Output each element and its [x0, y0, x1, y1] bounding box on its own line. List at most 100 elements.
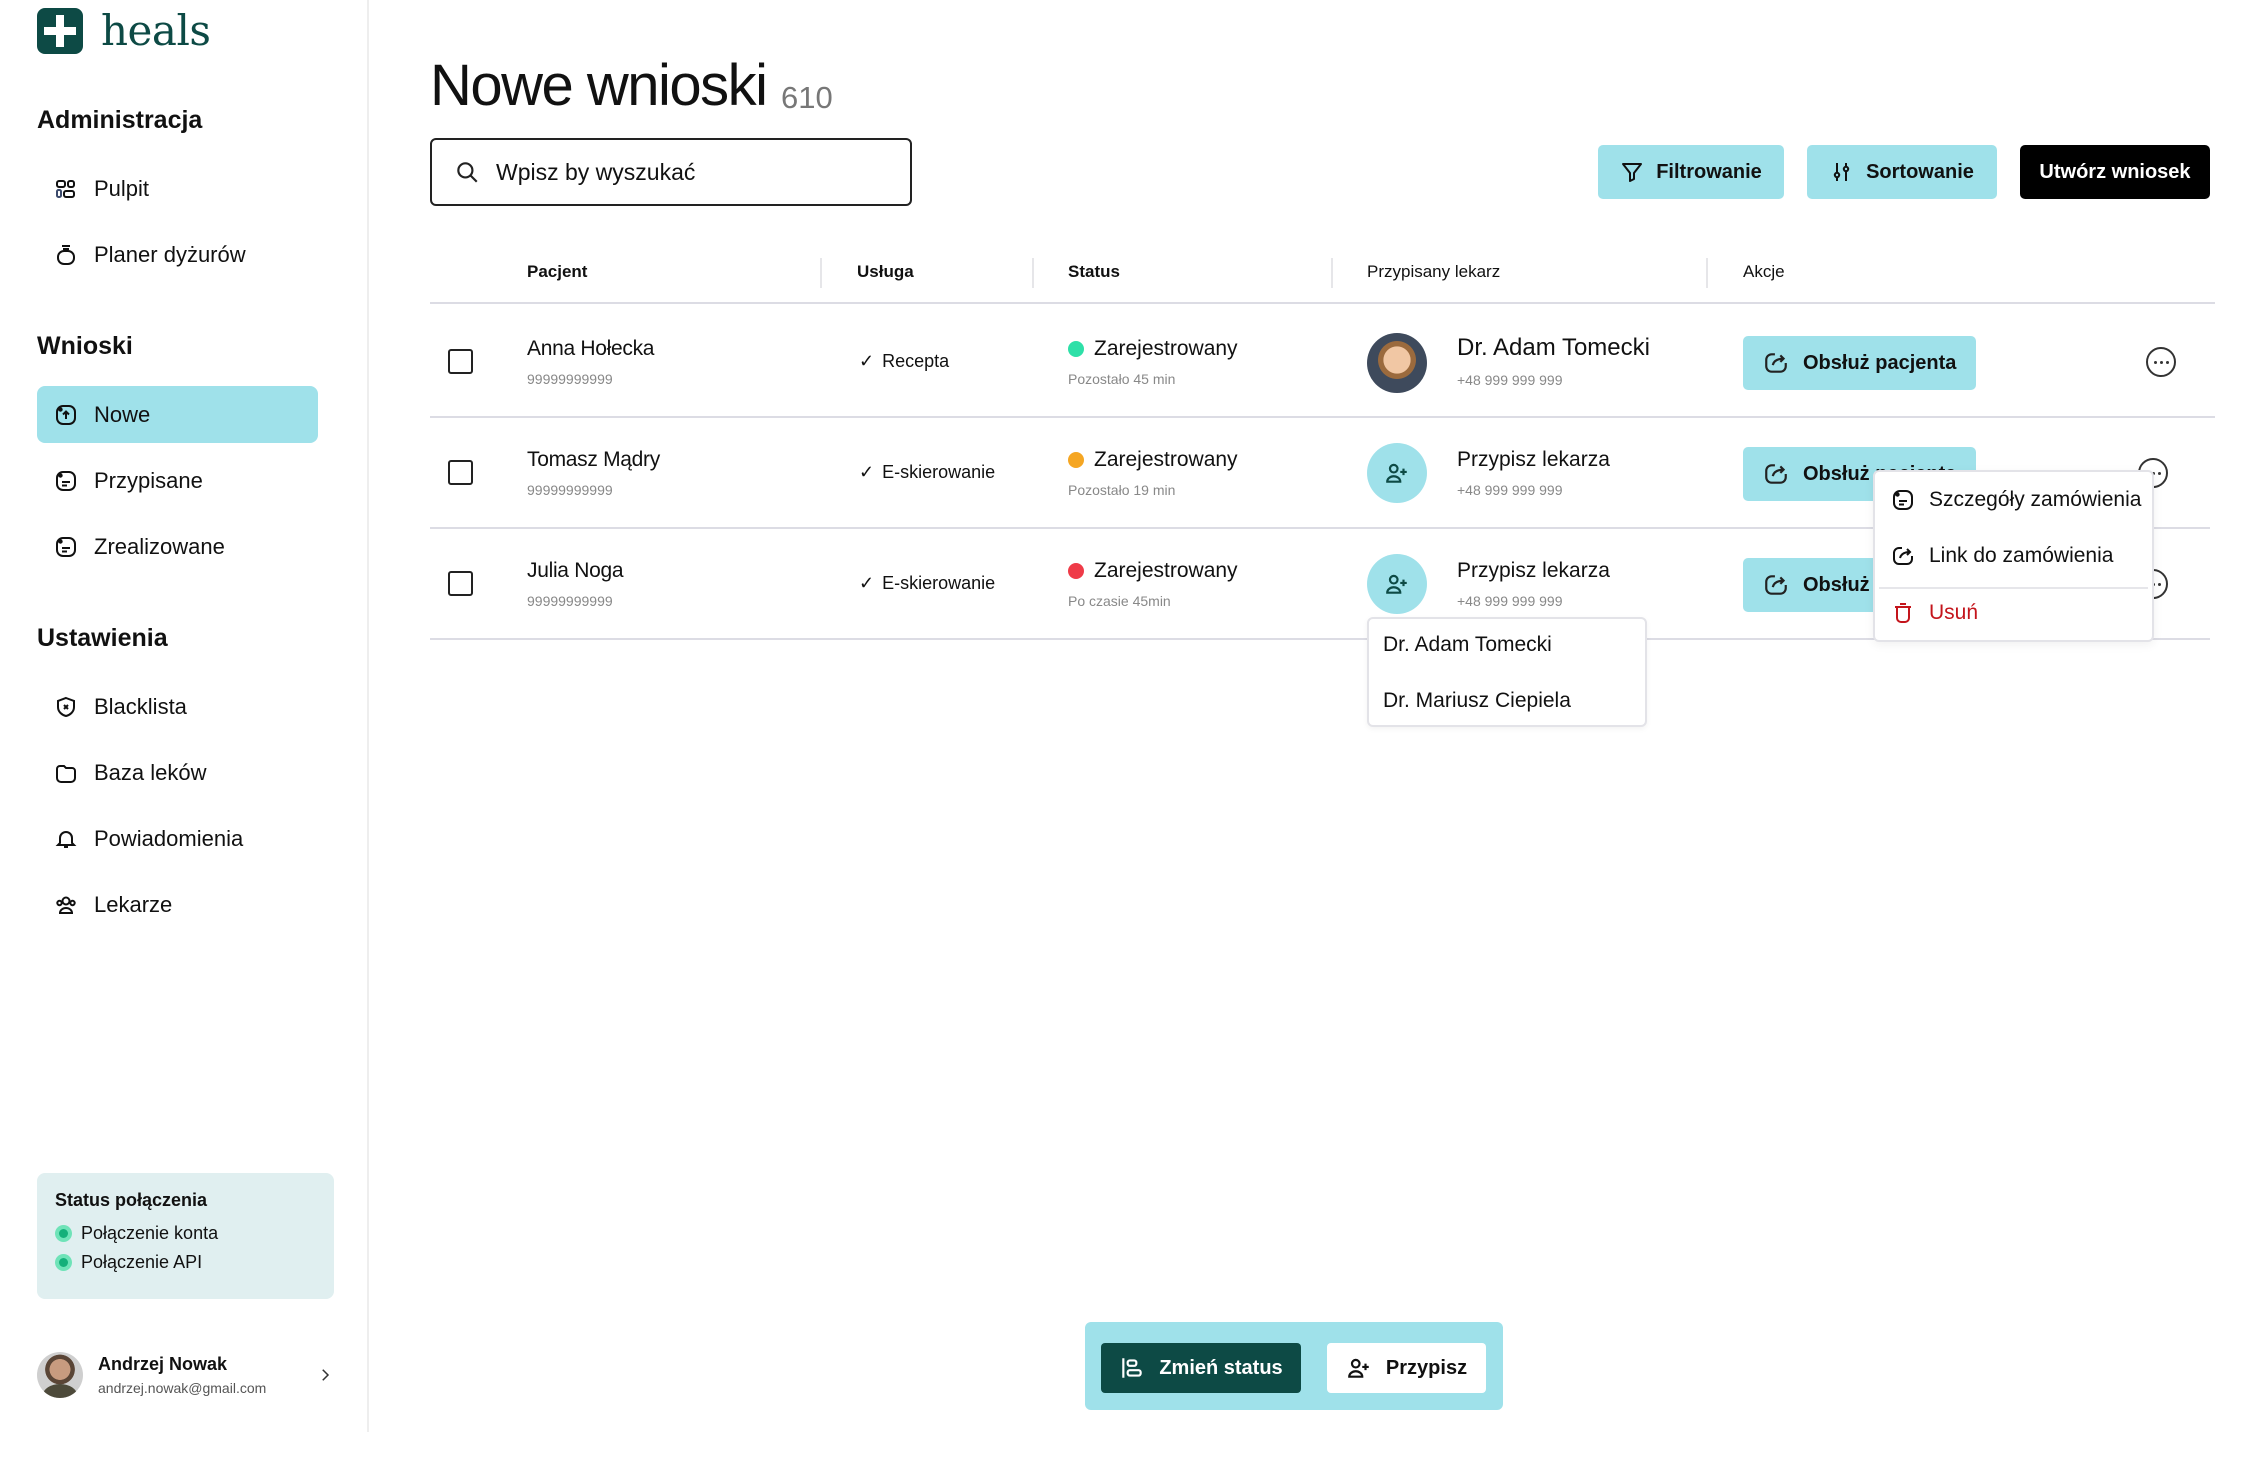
- assign-label: Przypisz: [1385, 1356, 1468, 1379]
- user-profile[interactable]: Andrzej Nowak andrzej.nowak@gmail.com: [37, 1352, 334, 1398]
- row-checkbox[interactable]: [448, 460, 473, 485]
- sidebar-item-powiadomienia[interactable]: Powiadomienia: [37, 810, 318, 867]
- sidebar-item-planer-dyzurow[interactable]: Planer dyżurów: [37, 226, 318, 283]
- row-checkbox[interactable]: [448, 571, 473, 596]
- sidebar-item-baza-lekow[interactable]: Baza leków: [37, 744, 318, 801]
- menu-item-delete[interactable]: Usuń: [1891, 601, 1978, 625]
- search-input[interactable]: [496, 158, 876, 186]
- planner-icon: [57, 244, 75, 265]
- doctor-name[interactable]: Przypisz lekarza: [1457, 448, 1610, 472]
- status-label: Zarejestrowany: [1094, 559, 1238, 582]
- page-title: Nowe wnioski: [430, 53, 768, 118]
- status-note: Pozostało 19 min: [1068, 482, 1176, 498]
- trash-icon: [1895, 603, 1911, 623]
- column-header-usluga: Usługa: [857, 262, 914, 281]
- status-ok-icon: [55, 1225, 72, 1242]
- change-status-label: Zmień status: [1159, 1356, 1283, 1379]
- share-icon: [1765, 464, 1787, 484]
- note-icon: [56, 536, 76, 557]
- user-plus-icon: [1386, 463, 1407, 483]
- sort-label: Sortowanie: [1866, 160, 1974, 183]
- user-plus-icon: [1348, 1358, 1369, 1378]
- patient-id: 99999999999: [527, 371, 613, 387]
- menu-item-label: Link do zamówienia: [1929, 544, 2114, 567]
- sidebar-item-przypisane[interactable]: Przypisane: [37, 452, 318, 509]
- bell-icon: [55, 830, 77, 848]
- connection-status-title: Status połączenia: [55, 1190, 208, 1210]
- sidebar-item-label: Przypisane: [94, 467, 203, 493]
- doctor-avatar: [1367, 333, 1427, 393]
- user-plus-icon: [1386, 574, 1407, 594]
- check-icon: ✓: [859, 351, 875, 371]
- search-box[interactable]: [430, 138, 912, 206]
- doctor-phone: +48 999 999 999: [1457, 372, 1563, 388]
- menu-item-order-details[interactable]: Szczegóły zamówienia: [1891, 488, 2141, 512]
- sidebar-item-label: Pulpit: [94, 175, 150, 201]
- sidebar-item-nowe[interactable]: Nowe: [37, 386, 318, 443]
- handle-patient-button[interactable]: Obsłuż pacjenta: [1743, 336, 1976, 390]
- sidebar-item-zrealizowane[interactable]: Zrealizowane: [37, 518, 318, 575]
- status-dot-icon: [1068, 452, 1084, 468]
- assign-doctor-button[interactable]: [1367, 443, 1427, 503]
- sidebar-item-label: Powiadomienia: [94, 825, 244, 851]
- shield-x-icon: [57, 696, 75, 717]
- column-divider: [1032, 258, 1034, 288]
- service-label: Recepta: [882, 351, 950, 371]
- section-heading-administracja: Administracja: [37, 106, 203, 134]
- doctor-option[interactable]: Dr. Adam Tomecki: [1383, 633, 1552, 657]
- connection-status-label: Połączenie API: [81, 1252, 203, 1272]
- column-header-pacjent: Pacjent: [527, 262, 588, 281]
- sort-button[interactable]: Sortowanie: [1807, 145, 1997, 199]
- connection-status-card: Status połączenia Połączenie konta Połąc…: [37, 1173, 334, 1299]
- connection-status-api: Połączenie API: [55, 1252, 316, 1273]
- filter-button[interactable]: Filtrowanie: [1598, 145, 1784, 199]
- change-status-button[interactable]: Zmień status: [1101, 1343, 1301, 1393]
- column-header-status: Status: [1068, 262, 1120, 281]
- sliders-icon: [1833, 163, 1850, 181]
- sidebar-item-blacklista[interactable]: Blacklista: [37, 678, 318, 735]
- service-label: E-skierowanie: [882, 462, 996, 482]
- assign-button[interactable]: Przypisz: [1327, 1343, 1486, 1393]
- section-heading-wnioski: Wnioski: [37, 332, 133, 360]
- more-options-button[interactable]: [2146, 347, 2176, 377]
- menu-item-order-link[interactable]: Link do zamówienia: [1891, 544, 2113, 568]
- dashboard-icon: [56, 179, 75, 198]
- table-header-divider: [430, 302, 2215, 304]
- column-header-lekarz: Przypisany lekarz: [1367, 262, 1501, 281]
- assign-doctor-button[interactable]: [1367, 554, 1427, 614]
- request-count: 610: [781, 80, 833, 115]
- service: ✓ E-skierowanie: [859, 573, 995, 594]
- status-note: Po czasie 45min: [1068, 593, 1171, 609]
- share-icon: [1765, 575, 1787, 595]
- row-checkbox[interactable]: [448, 349, 473, 374]
- chevron-right-icon[interactable]: [316, 1366, 334, 1384]
- service: ✓ E-skierowanie: [859, 462, 995, 483]
- section-heading-ustawienia: Ustawienia: [37, 624, 168, 652]
- logo-cross-icon: [37, 7, 83, 54]
- doctor-option[interactable]: Dr. Mariusz Ciepiela: [1383, 689, 1571, 713]
- logo[interactable]: heals: [37, 6, 211, 55]
- patient-name: Julia Noga: [527, 559, 624, 582]
- patient-id: 99999999999: [527, 593, 613, 609]
- column-divider: [1331, 258, 1333, 288]
- handle-patient-label: Obsłuż pacjenta: [1803, 351, 1957, 374]
- column-divider: [820, 258, 822, 288]
- column-header-akcje: Akcje: [1743, 262, 1785, 281]
- share-icon: [1765, 353, 1787, 373]
- filter-icon: [1622, 163, 1643, 182]
- sidebar-item-pulpit[interactable]: Pulpit: [37, 160, 318, 217]
- sidebar-item-lekarze[interactable]: Lekarze: [37, 876, 318, 933]
- filter-label: Filtrowanie: [1656, 160, 1762, 183]
- user-avatar: [37, 1352, 83, 1398]
- status-label: Zarejestrowany: [1094, 337, 1238, 360]
- user-name: Andrzej Nowak: [98, 1354, 228, 1374]
- note-icon: [1893, 490, 1913, 510]
- doctor-dropdown: Dr. Adam Tomecki Dr. Mariusz Ciepiela: [1367, 617, 1647, 727]
- doctor-name[interactable]: Przypisz lekarza: [1457, 559, 1610, 583]
- sidebar-item-label: Zrealizowane: [94, 533, 225, 559]
- status-ok-icon: [55, 1254, 72, 1271]
- create-request-button[interactable]: Utwórz wniosek: [2020, 145, 2210, 199]
- new-request-icon: [56, 404, 76, 425]
- search-icon: [457, 162, 478, 183]
- status-dot-icon: [1068, 341, 1084, 357]
